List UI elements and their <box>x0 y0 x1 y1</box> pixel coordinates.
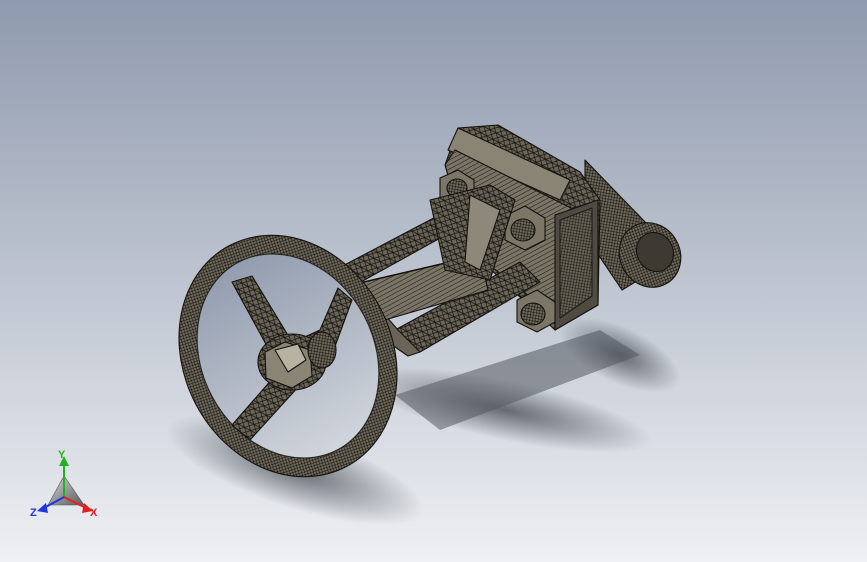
model-scene[interactable]: Y X Z <box>0 0 867 562</box>
z-axis-label: Z <box>30 507 37 519</box>
graphics-viewport[interactable]: Y X Z <box>0 0 867 562</box>
y-axis-label: Y <box>58 449 66 461</box>
x-axis-label: X <box>90 507 98 519</box>
